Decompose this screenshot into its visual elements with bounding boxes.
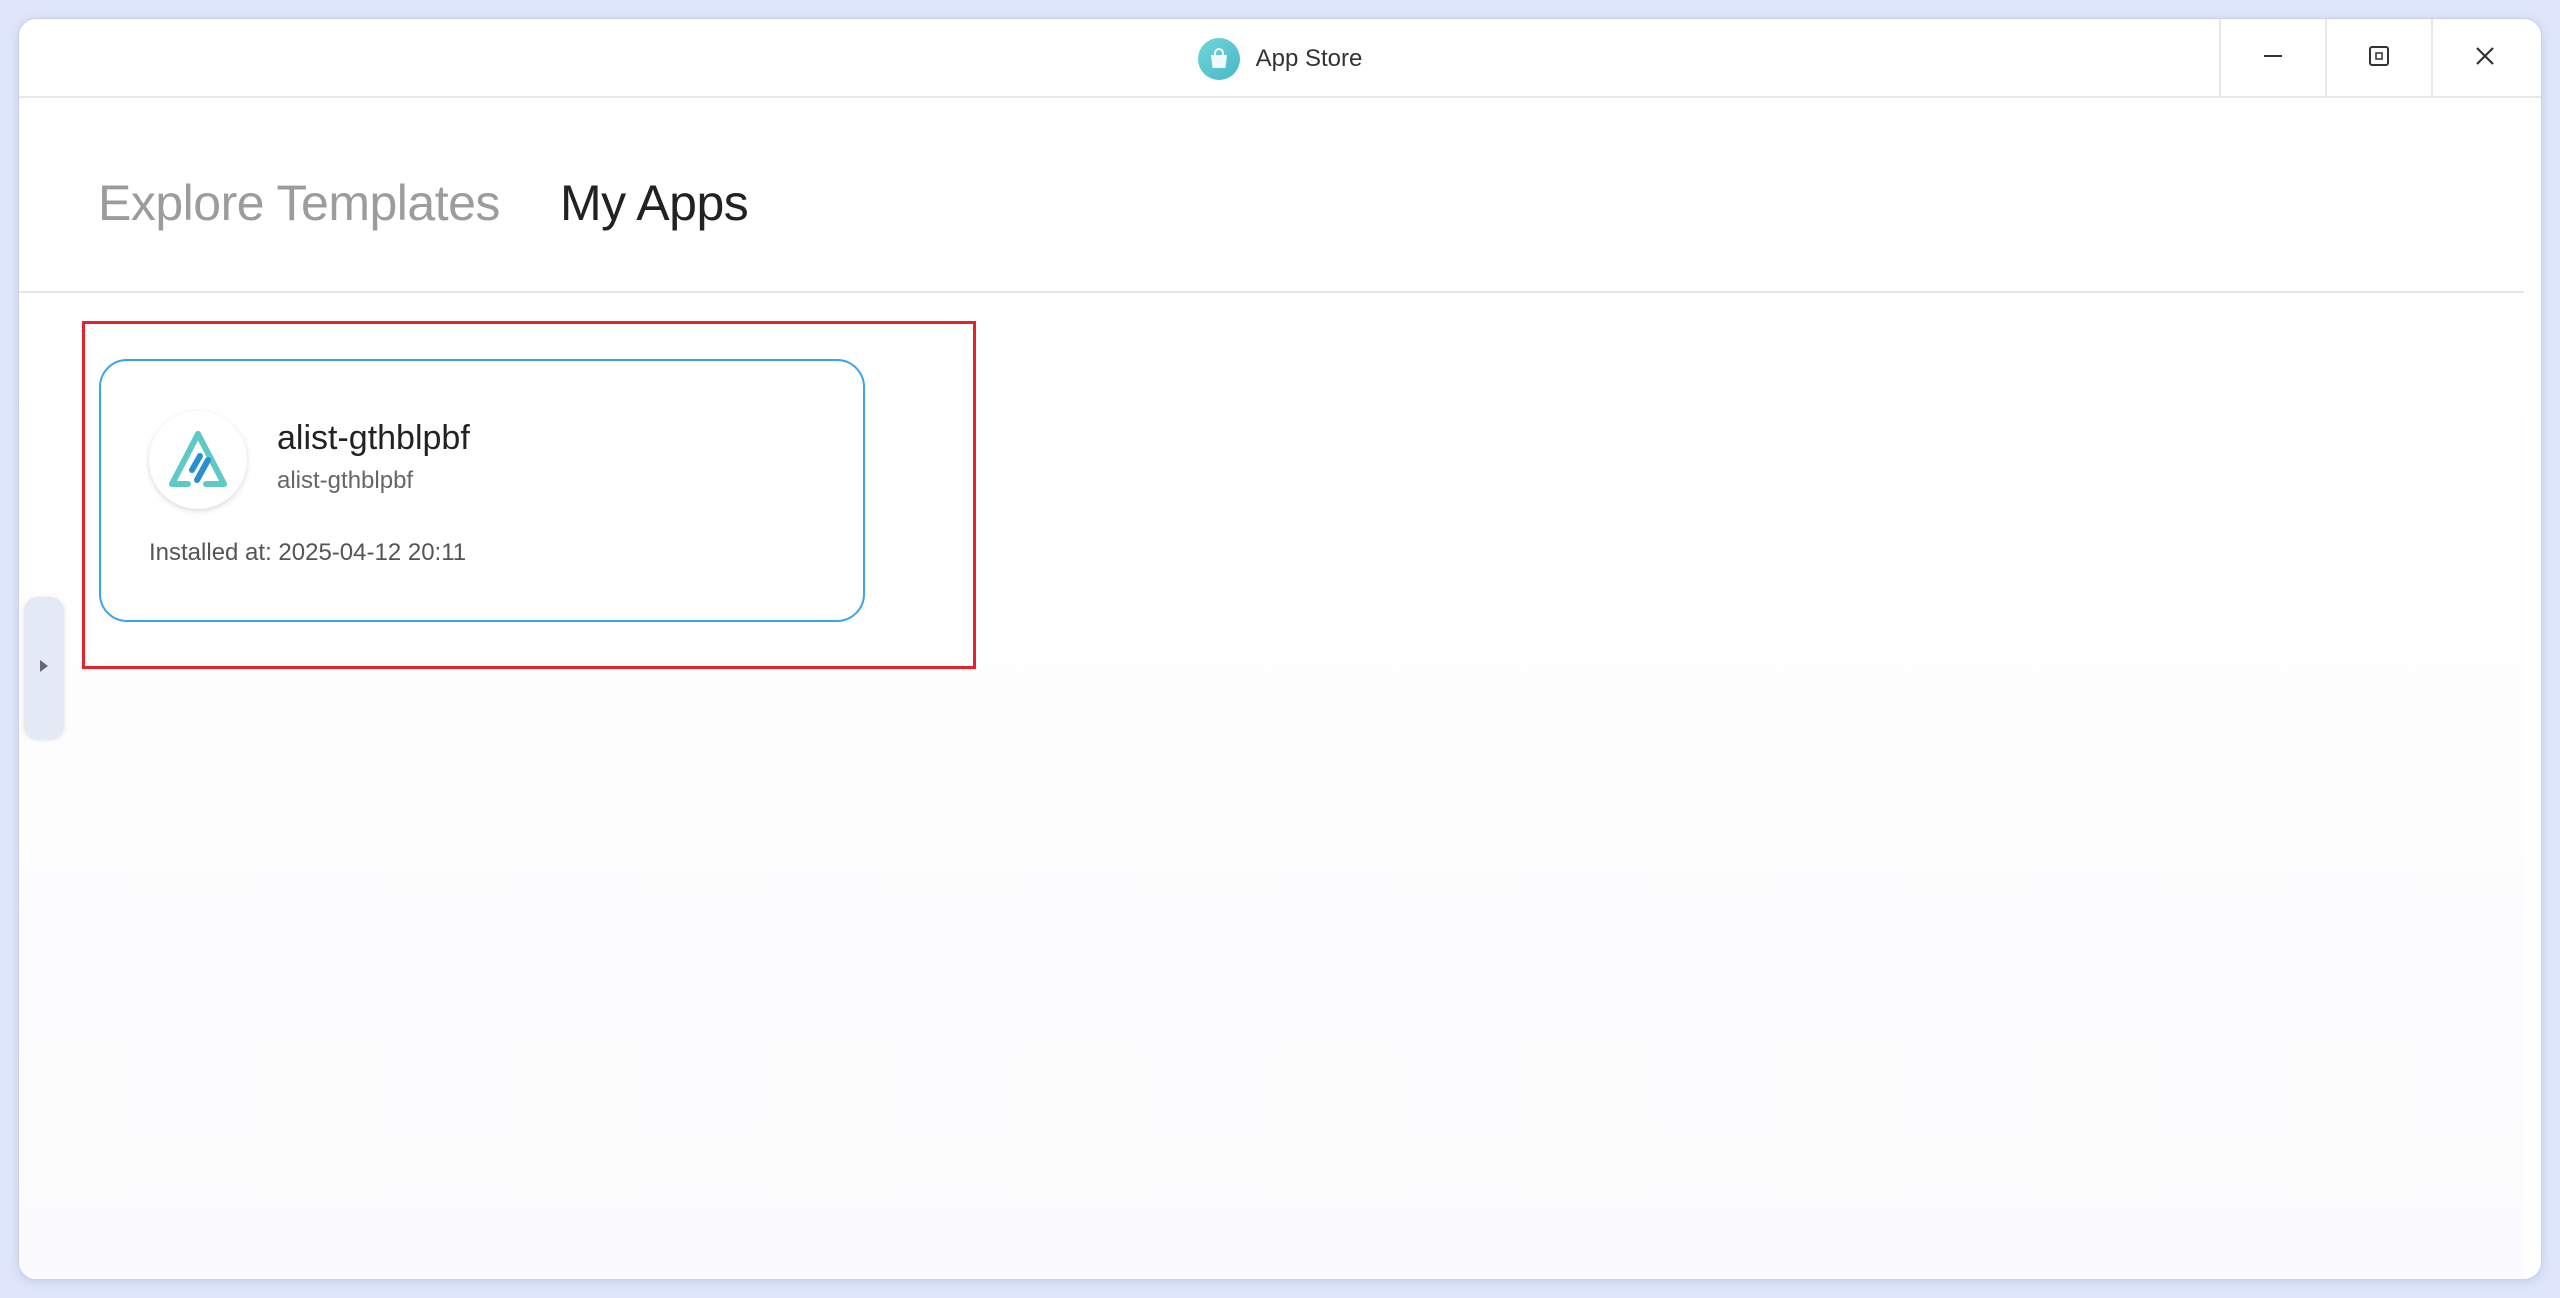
tab-bar: Explore Templates My Apps [19, 98, 2524, 293]
maximize-icon [2367, 44, 2391, 73]
caret-right-icon [37, 657, 51, 680]
minimize-button[interactable] [2219, 19, 2325, 98]
shopping-bag-icon [1197, 37, 1240, 80]
maximize-button[interactable] [2325, 19, 2431, 98]
sidebar-toggle[interactable] [24, 597, 64, 739]
minimize-icon [2261, 44, 2285, 73]
close-button[interactable] [2431, 19, 2537, 98]
app-subtitle: alist-gthblpbf [277, 467, 414, 494]
close-icon [2473, 44, 2497, 73]
title-bar: App Store [19, 19, 2541, 98]
installed-date: Installed at: 2025-04-12 20:11 [149, 539, 467, 566]
tab-my-apps[interactable]: My Apps [560, 174, 749, 232]
alist-logo-icon [149, 411, 247, 509]
tab-explore-templates[interactable]: Explore Templates [98, 174, 500, 232]
app-card[interactable]: alist-gthblpbf alist-gthblpbf Installed … [99, 359, 865, 622]
window-title: App Store [1255, 44, 1363, 72]
window-title-group: App Store [19, 19, 2541, 98]
app-store-window: App Store Explore Templates My Apps alis… [18, 18, 2542, 1280]
app-name: alist-gthblpbf [277, 419, 470, 457]
my-apps-content: alist-gthblpbf alist-gthblpbf Installed … [19, 294, 2524, 1279]
